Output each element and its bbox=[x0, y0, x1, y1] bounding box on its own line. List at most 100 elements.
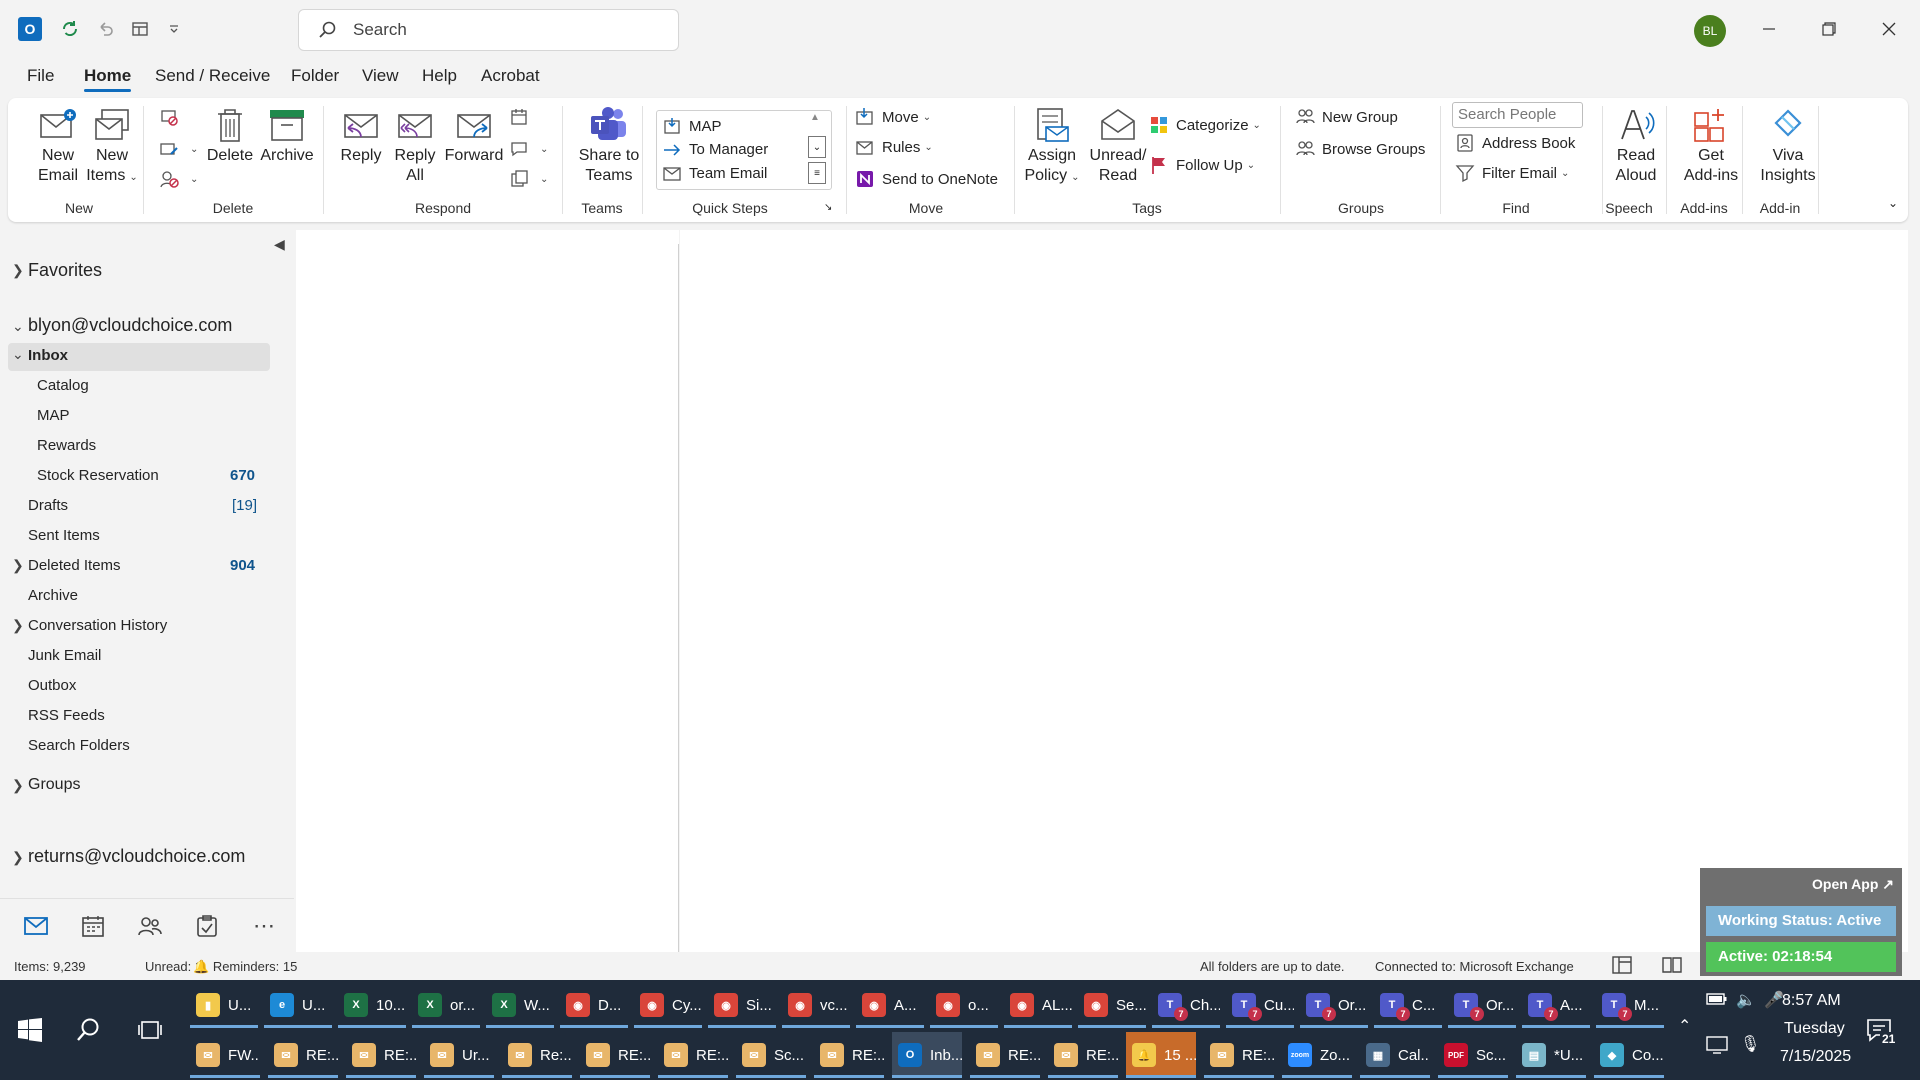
taskbar-app-button[interactable]: ✉ FW... bbox=[190, 1032, 260, 1078]
unread-read-button[interactable]: Unread/ Read bbox=[1086, 104, 1150, 186]
taskbar-app-button[interactable]: ✉ RE:... bbox=[580, 1032, 650, 1078]
taskbar-app-button[interactable]: T 7 M... bbox=[1596, 982, 1664, 1028]
folder-sent-items[interactable]: Sent Items bbox=[28, 527, 100, 544]
taskbar-app-button[interactable]: ◉ AL... bbox=[1004, 982, 1072, 1028]
assign-policy-button[interactable]: Assign Policy ⌄ bbox=[1024, 104, 1080, 188]
taskbar-app-button[interactable]: ▦ Cal... bbox=[1360, 1032, 1430, 1078]
taskbar-app-button[interactable]: 🔔 15 ... bbox=[1126, 1032, 1196, 1078]
send-to-onenote-button[interactable]: Send to OneNote bbox=[854, 168, 998, 190]
favorites-header[interactable]: Favorites bbox=[28, 260, 102, 281]
taskbar-app-button[interactable]: T 7 Or... bbox=[1300, 982, 1368, 1028]
chevron-right-icon[interactable]: ❯ bbox=[12, 262, 24, 279]
reminders-status[interactable]: 🔔 Reminders: 15 bbox=[193, 959, 297, 975]
clock-day[interactable]: Tuesday bbox=[1784, 1020, 1845, 1038]
collapse-ribbon-icon[interactable]: ⌄ bbox=[1888, 196, 1898, 210]
search-icon[interactable] bbox=[74, 1016, 102, 1044]
taskbar-app-button[interactable]: T 7 C... bbox=[1374, 982, 1442, 1028]
account-header[interactable]: blyon@vcloudchoice.com bbox=[28, 315, 232, 336]
undo-icon[interactable] bbox=[92, 16, 120, 42]
follow-up-button[interactable]: Follow Up ⌄ bbox=[1148, 154, 1255, 176]
volume-icon[interactable]: 🔈 bbox=[1736, 990, 1756, 1010]
reply-button[interactable]: Reply bbox=[336, 104, 386, 166]
view-icon[interactable] bbox=[126, 16, 154, 42]
folder-inbox[interactable]: Inbox bbox=[28, 347, 68, 364]
folder-conversation-history[interactable]: Conversation History bbox=[28, 617, 167, 634]
taskbar-app-button[interactable]: ✉ RE:... bbox=[970, 1032, 1040, 1078]
folder-outbox[interactable]: Outbox bbox=[28, 677, 76, 694]
delete-button[interactable]: Delete bbox=[206, 104, 254, 166]
folder-drafts[interactable]: Drafts bbox=[28, 497, 68, 514]
tab-send-receive[interactable]: Send / Receive bbox=[155, 66, 270, 86]
tasks-icon[interactable] bbox=[192, 911, 222, 941]
clean-up-button[interactable]: ⌄ bbox=[158, 138, 198, 160]
taskbar-app-button[interactable]: T 7 Ch... bbox=[1152, 982, 1220, 1028]
taskbar-app-button[interactable]: e U... bbox=[264, 982, 332, 1028]
folder-catalog[interactable]: Catalog bbox=[37, 377, 89, 394]
close-button[interactable] bbox=[1872, 14, 1906, 44]
taskbar-app-button[interactable]: ✉ Sc... bbox=[736, 1032, 806, 1078]
folder-junk-email[interactable]: Junk Email bbox=[28, 647, 101, 664]
taskbar-app-button[interactable]: ◉ A... bbox=[856, 982, 924, 1028]
tab-help[interactable]: Help bbox=[422, 66, 457, 86]
address-book-button[interactable]: Address Book bbox=[1454, 132, 1575, 154]
chevron-right-icon[interactable]: ❯ bbox=[12, 849, 24, 866]
taskbar-app-button[interactable]: ✉ RE:... bbox=[1204, 1032, 1274, 1078]
quick-steps-scroll-up[interactable]: ▲ bbox=[810, 112, 820, 123]
folder-deleted-items[interactable]: Deleted Items bbox=[28, 557, 121, 574]
monitor-icon[interactable] bbox=[1706, 1036, 1728, 1058]
customize-toolbar-icon[interactable] bbox=[160, 16, 188, 42]
ignore-button[interactable] bbox=[158, 106, 186, 128]
more-respond-button[interactable]: ⌄ bbox=[508, 168, 548, 190]
taskbar-app-button[interactable]: T 7 Or... bbox=[1448, 982, 1516, 1028]
search-people-input[interactable]: Search People bbox=[1452, 102, 1583, 128]
quick-step-map[interactable]: MAP bbox=[663, 117, 722, 135]
taskbar-app-button[interactable]: T 7 Cu... bbox=[1226, 982, 1294, 1028]
new-group-button[interactable]: New Group bbox=[1294, 106, 1398, 128]
search-input[interactable]: Search bbox=[298, 9, 679, 51]
taskbar-app-button[interactable]: ◉ vc... bbox=[782, 982, 850, 1028]
people-icon[interactable] bbox=[135, 911, 165, 941]
taskbar-app-button[interactable]: X 10... bbox=[338, 982, 406, 1028]
taskbar-app-button[interactable]: ▤ *U... bbox=[1516, 1032, 1586, 1078]
taskbar-app-button[interactable]: ◉ Si... bbox=[708, 982, 776, 1028]
open-app-link[interactable]: Open App ↗ bbox=[1812, 876, 1894, 893]
tab-file[interactable]: File bbox=[27, 66, 54, 86]
new-email-button[interactable]: New Email bbox=[30, 104, 86, 186]
restore-button[interactable] bbox=[1812, 14, 1846, 44]
categorize-button[interactable]: Categorize ⌄ bbox=[1148, 114, 1261, 136]
taskbar-app-button[interactable]: ✉ RE:... bbox=[658, 1032, 728, 1078]
mail-icon[interactable] bbox=[21, 911, 51, 941]
collapse-folder-pane-icon[interactable]: ◀ bbox=[274, 236, 285, 253]
chevron-right-icon[interactable]: ❯ bbox=[12, 617, 24, 634]
microphone-icon[interactable]: 🎤 bbox=[1764, 990, 1784, 1010]
move-button[interactable]: Move ⌄ bbox=[854, 106, 931, 128]
taskbar-app-button[interactable]: ◆ Co... bbox=[1594, 1032, 1664, 1078]
quick-steps-dialog-launcher[interactable]: ↘ bbox=[824, 202, 832, 213]
tab-home[interactable]: Home bbox=[84, 66, 132, 92]
pane-divider[interactable] bbox=[678, 244, 679, 952]
clock-time[interactable]: 8:57 AM bbox=[1782, 992, 1841, 1010]
quick-steps-scroll-down[interactable]: ⌄ bbox=[808, 136, 826, 158]
reply-all-button[interactable]: Reply All bbox=[390, 104, 440, 186]
quick-step-to-manager[interactable]: To Manager bbox=[663, 141, 768, 158]
folder-stock-reservation[interactable]: Stock Reservation bbox=[37, 467, 159, 484]
filter-email-button[interactable]: Filter Email ⌄ bbox=[1454, 162, 1569, 184]
tab-acrobat[interactable]: Acrobat bbox=[481, 66, 540, 86]
task-view-icon[interactable] bbox=[136, 1016, 164, 1044]
minimize-button[interactable] bbox=[1752, 14, 1786, 44]
reading-view-icon[interactable] bbox=[1662, 956, 1682, 977]
battery-icon[interactable] bbox=[1706, 992, 1728, 1010]
junk-button[interactable]: ⌄ bbox=[158, 168, 198, 190]
taskbar-app-button[interactable]: ◉ Se... bbox=[1078, 982, 1146, 1028]
sync-icon[interactable] bbox=[56, 16, 84, 42]
more-apps-icon[interactable]: ⋯ bbox=[249, 911, 279, 941]
chevron-down-icon[interactable]: ⌄ bbox=[12, 346, 24, 363]
folder-rss-feeds[interactable]: RSS Feeds bbox=[28, 707, 105, 724]
tab-folder[interactable]: Folder bbox=[291, 66, 339, 86]
folder-search-folders[interactable]: Search Folders bbox=[28, 737, 130, 754]
chevron-down-icon[interactable]: ⌄ bbox=[12, 318, 24, 335]
calendar-icon[interactable] bbox=[78, 911, 108, 941]
viva-insights-button[interactable]: Viva Insights bbox=[1752, 104, 1824, 186]
quick-steps-expand[interactable]: ≡ bbox=[808, 162, 826, 184]
browse-groups-button[interactable]: Browse Groups bbox=[1294, 138, 1425, 160]
